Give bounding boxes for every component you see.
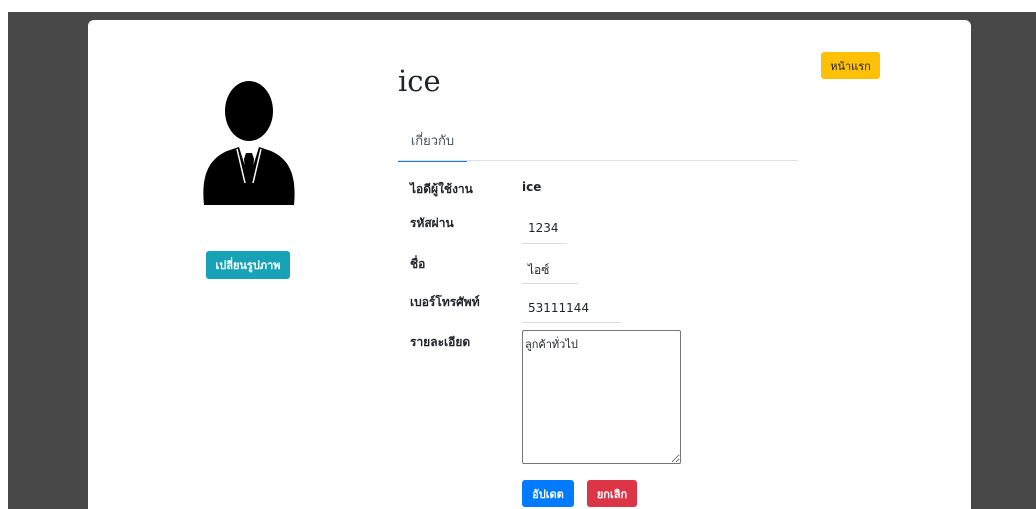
username-label: ไอดีผู้ใช้งาน [410, 182, 473, 196]
tab-divider [398, 160, 798, 161]
password-underline [522, 243, 567, 244]
name-underline [522, 283, 578, 284]
change-photo-button[interactable]: เปลี่ยนรูปภาพ [206, 251, 290, 279]
profile-name: ice [398, 64, 441, 98]
phone-field[interactable]: 53111144 [528, 301, 589, 315]
password-field[interactable]: 1234 [528, 221, 559, 235]
username-value: ice [522, 180, 542, 194]
details-textarea[interactable]: ลูกค้าทั่วไป [522, 330, 681, 464]
profile-card: เปลี่ยนรูปภาพ ice หน้าแรก เกี่ยวกับ ไอดี… [88, 20, 971, 509]
avatar-icon [203, 81, 295, 205]
name-field[interactable]: ไอซ์ [528, 261, 549, 280]
tab-about[interactable]: เกี่ยวกับ [398, 130, 467, 162]
cancel-button[interactable]: ยกเลิก [587, 480, 637, 507]
update-button[interactable]: อัปเดต [522, 480, 574, 507]
details-label: รายละเอียด [410, 335, 471, 349]
phone-label: เบอร์โทรศัพท์ [410, 295, 480, 309]
password-label: รหัสผ่าน [410, 216, 454, 230]
home-button[interactable]: หน้าแรก [821, 52, 880, 79]
phone-underline [522, 322, 621, 323]
name-label: ชื่อ [410, 257, 426, 271]
